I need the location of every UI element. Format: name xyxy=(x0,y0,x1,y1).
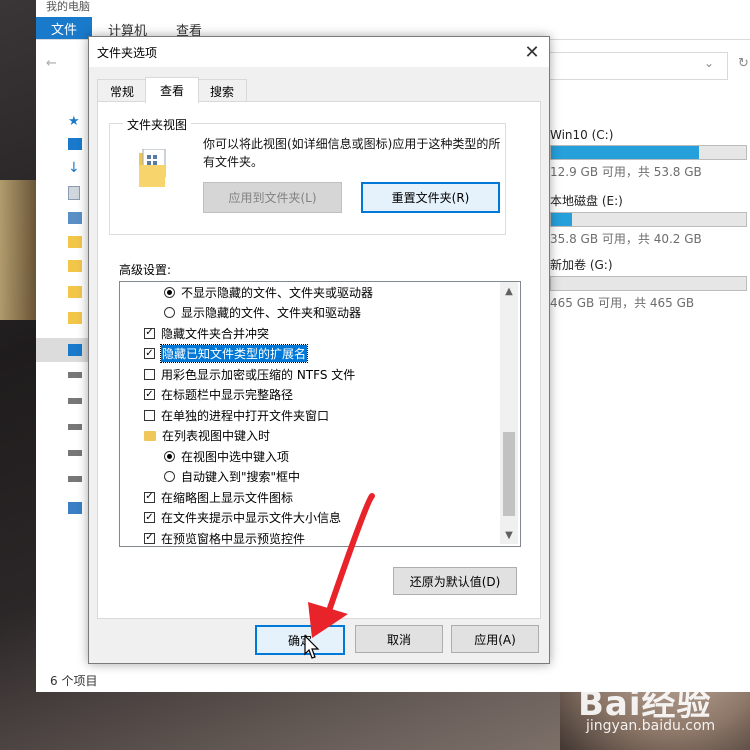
advanced-setting-row[interactable]: ✓ 隐藏已知文件类型的扩展名 xyxy=(120,344,520,364)
checkbox-checked[interactable]: ✓ xyxy=(144,327,155,339)
checkbox-checked[interactable]: ✓ xyxy=(144,348,155,359)
explorer-nav-pane: ★ ↓ xyxy=(36,100,88,520)
checkbox-checked[interactable]: ✓ xyxy=(144,532,155,544)
refresh-icon[interactable]: ↻ xyxy=(738,56,749,71)
ribbon-tab-file[interactable]: 文件 xyxy=(36,17,92,39)
scrollbar[interactable]: ▲ ▼ xyxy=(500,282,518,544)
folder-views-description: 你可以将此视图(如详细信息或图标)应用于这种类型的所有文件夹。 xyxy=(203,137,501,169)
restore-defaults-button[interactable]: 还原为默认值(D) xyxy=(393,567,517,595)
drive-e[interactable]: 本地磁盘 (E:) 35.8 GB 可用，共 40.2 GB xyxy=(550,192,750,247)
desktop-icon[interactable] xyxy=(68,138,82,150)
advanced-setting-row[interactable]: ✓ 隐藏文件夹合并冲突 xyxy=(120,323,520,343)
drive-name: Win10 (C:) xyxy=(550,128,614,142)
drive-icon[interactable] xyxy=(68,476,82,482)
advanced-setting-label: 自动键入到"搜索"框中 xyxy=(181,470,301,484)
explorer-address-bar[interactable] xyxy=(536,52,728,80)
folder-icon[interactable] xyxy=(68,312,82,324)
apply-button[interactable]: 应用(A) xyxy=(451,625,539,653)
advanced-setting-label: 隐藏已知文件类型的扩展名 xyxy=(159,344,309,363)
wallpaper-light-streak xyxy=(0,180,40,320)
drive-info: 35.8 GB 可用，共 40.2 GB xyxy=(550,232,702,246)
advanced-setting-label: 用彩色显示加密或压缩的 NTFS 文件 xyxy=(161,367,356,382)
drive-usage-bar xyxy=(550,212,747,227)
folder-icon[interactable] xyxy=(68,236,82,248)
tab-search[interactable]: 搜索 xyxy=(197,79,247,102)
explorer-crumb: 我的电脑 xyxy=(46,0,90,13)
chevron-down-icon[interactable]: ⌄ xyxy=(704,56,714,70)
radio[interactable] xyxy=(164,471,175,482)
advanced-setting-label: 在单独的进程中打开文件夹窗口 xyxy=(161,408,330,423)
advanced-setting-label: 在预览窗格中显示预览控件 xyxy=(161,531,306,546)
drive-name: 本地磁盘 (E:) xyxy=(550,194,623,208)
star-icon[interactable]: ★ xyxy=(68,114,82,129)
drive-name: 新加卷 (G:) xyxy=(550,258,613,272)
checkbox[interactable] xyxy=(144,368,155,380)
apply-to-folders-button[interactable]: 应用到文件夹(L) xyxy=(203,182,342,213)
scroll-down-arrow-icon[interactable]: ▼ xyxy=(500,526,518,544)
checkbox-checked[interactable]: ✓ xyxy=(144,389,155,400)
advanced-settings-label: 高级设置: xyxy=(119,263,172,277)
back-arrow-icon[interactable]: ← xyxy=(46,56,57,71)
picture-icon[interactable] xyxy=(68,212,82,224)
advanced-setting-label: 在视图中选中键入项 xyxy=(181,449,290,464)
watermark-url: jingyan.baidu.com xyxy=(586,718,716,734)
advanced-setting-row[interactable]: 显示隐藏的文件、文件夹和驱动器 xyxy=(120,303,520,323)
drive-c[interactable]: Win10 (C:) 12.9 GB 可用，共 53.8 GB xyxy=(550,128,750,180)
mouse-cursor-icon xyxy=(304,634,320,659)
dialog-titlebar[interactable]: 文件夹选项 ✕ xyxy=(89,37,549,67)
drive-g[interactable]: 新加卷 (G:) 465 GB 可用，共 465 GB xyxy=(550,256,750,311)
advanced-setting-label: 在列表视图中键入时 xyxy=(162,429,271,443)
reset-folders-button[interactable]: 重置文件夹(R) xyxy=(361,182,500,213)
drive-info: 12.9 GB 可用，共 53.8 GB xyxy=(550,165,702,179)
checkbox-checked[interactable]: ✓ xyxy=(144,512,155,523)
folder-icon xyxy=(144,430,156,441)
radio-checked[interactable] xyxy=(164,286,175,298)
folder-icon xyxy=(139,149,166,187)
drive-info: 465 GB 可用，共 465 GB xyxy=(550,296,695,310)
drive-icon[interactable] xyxy=(68,398,82,404)
advanced-setting-row[interactable]: ✓ 在标题栏中显示完整路径 xyxy=(120,385,520,405)
advanced-setting-label: 显示隐藏的文件、文件夹和驱动器 xyxy=(181,306,362,320)
checkbox-checked[interactable]: ✓ xyxy=(144,491,155,503)
drive-usage-fill xyxy=(551,146,700,159)
radio-checked[interactable] xyxy=(164,450,175,462)
advanced-setting-row[interactable]: 在视图中选中键入项 xyxy=(120,446,520,466)
status-bar-count: 6 个项目 xyxy=(50,674,98,688)
folder-views-title: 文件夹视图 xyxy=(123,116,192,133)
advanced-setting-row[interactable]: 在列表视图中键入时 xyxy=(120,426,520,446)
close-icon[interactable]: ✕ xyxy=(521,41,543,63)
drive-icon[interactable] xyxy=(68,450,82,456)
folder-icon[interactable] xyxy=(68,286,82,298)
drive-icon[interactable] xyxy=(68,372,82,378)
radio[interactable] xyxy=(164,307,175,318)
drive-icon[interactable] xyxy=(68,424,82,430)
scroll-thumb[interactable] xyxy=(503,432,515,516)
advanced-setting-row[interactable]: 用彩色显示加密或压缩的 NTFS 文件 xyxy=(120,364,520,384)
drive-usage-bar xyxy=(550,145,747,160)
drive-usage-fill xyxy=(551,213,573,226)
advanced-setting-label: 在缩略图上显示文件图标 xyxy=(161,490,294,505)
checkbox[interactable] xyxy=(144,409,155,421)
advanced-setting-label: 不显示隐藏的文件、文件夹或驱动器 xyxy=(181,285,374,300)
dialog-title: 文件夹选项 xyxy=(97,46,158,60)
red-arrow-annotation xyxy=(308,493,375,638)
folder-icon[interactable] xyxy=(68,260,82,272)
advanced-setting-label: 隐藏文件夹合并冲突 xyxy=(161,326,270,341)
advanced-setting-row[interactable]: 不显示隐藏的文件、文件夹或驱动器 xyxy=(120,282,520,302)
download-icon[interactable]: ↓ xyxy=(68,160,82,176)
tab-general[interactable]: 常规 xyxy=(97,79,147,102)
scroll-up-arrow-icon[interactable]: ▲ xyxy=(500,282,518,300)
advanced-setting-row[interactable]: 在单独的进程中打开文件夹窗口 xyxy=(120,405,520,425)
explorer-titlebar: 我的电脑 xyxy=(36,0,750,14)
advanced-setting-row[interactable]: 自动键入到"搜索"框中 xyxy=(120,467,520,487)
network-icon[interactable] xyxy=(68,502,82,514)
document-icon[interactable] xyxy=(68,186,80,200)
computer-icon xyxy=(68,344,82,356)
tab-view[interactable]: 查看 xyxy=(145,77,199,103)
advanced-setting-label: 在标题栏中显示完整路径 xyxy=(161,388,294,402)
drive-usage-bar xyxy=(550,276,747,291)
